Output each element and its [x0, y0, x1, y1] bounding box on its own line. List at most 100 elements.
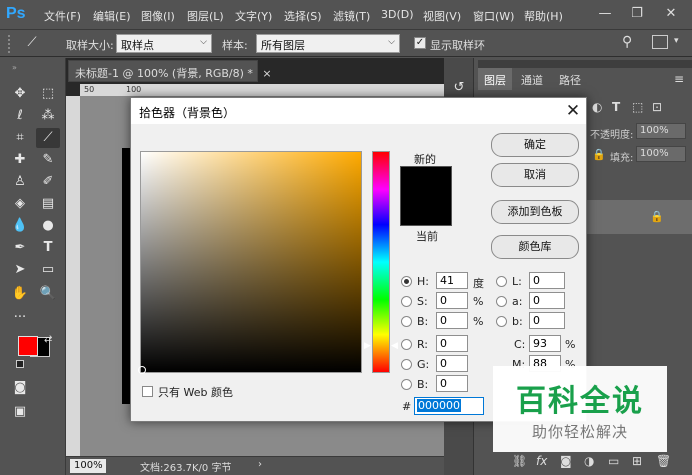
chevron-down-icon[interactable]: ▾ — [674, 36, 679, 46]
b-channel-input[interactable]: 0 — [529, 312, 565, 329]
web-colors-only-checkbox[interactable] — [142, 386, 153, 397]
brightness-radio[interactable] — [401, 316, 412, 327]
dialog-close-button[interactable]: ✕ — [561, 99, 585, 123]
red-radio[interactable] — [401, 339, 412, 350]
hue-slider[interactable] — [372, 151, 390, 373]
tab-close-icon[interactable]: × — [262, 67, 271, 80]
pen-tool-icon[interactable]: ✒ — [8, 238, 32, 258]
tab-channels[interactable]: 通道 — [515, 68, 549, 90]
mask-icon[interactable]: ◙ — [560, 454, 572, 468]
group-icon[interactable]: ▭ — [608, 454, 619, 468]
hue-radio[interactable] — [401, 276, 412, 287]
workspace-icon[interactable] — [652, 35, 668, 49]
panel-menu-icon[interactable]: ≡ — [674, 72, 684, 86]
b-channel-radio[interactable] — [496, 316, 507, 327]
blue-radio[interactable] — [401, 379, 412, 390]
menu-type[interactable]: 文字(Y) — [235, 8, 272, 24]
ok-button[interactable]: 确定 — [491, 133, 579, 157]
dodge-tool-icon[interactable]: ● — [36, 216, 60, 236]
brush-tool-icon[interactable]: ✎ — [36, 150, 60, 170]
history-brush-icon[interactable]: ✐ — [36, 172, 60, 192]
adjustment-icon[interactable]: ◑ — [584, 454, 594, 468]
grip-handle[interactable] — [8, 35, 18, 53]
menu-help[interactable]: 帮助(H) — [524, 8, 563, 24]
tab-paths[interactable]: 路径 — [553, 68, 587, 90]
blur-tool-icon[interactable]: 💧 — [8, 216, 32, 236]
magic-wand-icon[interactable]: ⁂ — [36, 106, 60, 126]
saturation-radio[interactable] — [401, 296, 412, 307]
fx-icon[interactable]: fx — [536, 454, 547, 468]
crop-tool-icon[interactable]: ⌗ — [8, 128, 32, 148]
brightness-input[interactable]: 0 — [436, 312, 468, 329]
menu-3d[interactable]: 3D(D) — [381, 8, 414, 21]
a-channel-input[interactable]: 0 — [529, 292, 565, 309]
history-panel-icon[interactable]: ↺ — [447, 78, 471, 98]
lock-icon[interactable]: 🔒 — [592, 148, 606, 161]
tab-layers[interactable]: 图层 — [478, 68, 512, 90]
filter-shape-icon[interactable]: ⬚ — [632, 100, 643, 114]
saturation-brightness-field[interactable] — [140, 151, 362, 373]
menu-view[interactable]: 视图(V) — [423, 8, 461, 24]
menu-edit[interactable]: 编辑(E) — [93, 8, 131, 24]
filter-pixel-icon[interactable]: ◐ — [592, 100, 602, 114]
green-input[interactable]: 0 — [436, 355, 468, 372]
delete-layer-icon[interactable]: 🗑 — [656, 454, 671, 468]
eraser-tool-icon[interactable]: ◈ — [8, 194, 32, 214]
hand-tool-icon[interactable]: ✋ — [8, 284, 32, 304]
color-libraries-button[interactable]: 颜色库 — [491, 235, 579, 259]
type-tool-icon[interactable]: T — [36, 238, 60, 258]
lightness-input[interactable]: 0 — [529, 272, 565, 289]
menu-window[interactable]: 窗口(W) — [473, 8, 514, 24]
zoom-level-field[interactable]: 100% — [70, 459, 106, 473]
menu-layer[interactable]: 图层(L) — [187, 8, 224, 24]
add-to-swatches-button[interactable]: 添加到色板 — [491, 200, 579, 224]
filter-type-icon[interactable]: T — [612, 100, 620, 114]
stamp-tool-icon[interactable]: ♙ — [8, 172, 32, 192]
lasso-tool-icon[interactable]: ℓ — [8, 106, 32, 126]
red-input[interactable]: 0 — [436, 335, 468, 352]
menu-image[interactable]: 图像(I) — [141, 8, 175, 24]
hex-input[interactable]: 000000 — [414, 397, 484, 415]
lightness-radio[interactable] — [496, 276, 507, 287]
hue-slider-left-arrow[interactable]: ▶ — [364, 341, 371, 351]
more-tools-icon[interactable]: ··· — [8, 308, 32, 328]
cancel-button[interactable]: 取消 — [491, 163, 579, 187]
menu-select[interactable]: 选择(S) — [284, 8, 322, 24]
saturation-input[interactable]: 0 — [436, 292, 468, 309]
screen-mode-icon[interactable]: ▣ — [8, 402, 32, 422]
menu-file[interactable]: 文件(F) — [44, 8, 81, 24]
eyedropper-preset-icon[interactable]: ⟋ — [20, 33, 44, 53]
opacity-field[interactable]: 100% — [636, 123, 686, 139]
quick-mask-icon[interactable]: ◙ — [8, 378, 32, 398]
default-colors-icon[interactable] — [16, 360, 24, 368]
blue-input[interactable]: 0 — [436, 375, 468, 392]
green-radio[interactable] — [401, 359, 412, 370]
eyedropper-tool-icon[interactable]: ⟋ — [36, 128, 60, 148]
marquee-tool-icon[interactable]: ⬚ — [36, 84, 60, 104]
fill-field[interactable]: 100% — [636, 146, 686, 162]
sample-select[interactable]: 所有图层 ⌵ — [256, 34, 400, 53]
current-color-swatch[interactable] — [400, 196, 452, 226]
search-icon[interactable]: ⚲ — [622, 34, 632, 50]
menu-filter[interactable]: 滤镜(T) — [333, 8, 370, 24]
show-ring-checkbox[interactable]: ✓ — [414, 37, 426, 49]
document-tab[interactable]: 未标题-1 @ 100% (背景, RGB/8) * × — [68, 60, 272, 82]
gradient-tool-icon[interactable]: ▤ — [36, 194, 60, 214]
sample-size-select[interactable]: 取样点 ⌵ — [116, 34, 212, 53]
cyan-input[interactable]: 93 — [529, 335, 561, 352]
healing-brush-icon[interactable]: ✚ — [8, 150, 32, 170]
filter-smart-icon[interactable]: ⊡ — [652, 100, 662, 114]
chevron-right-icon[interactable]: › — [258, 459, 262, 470]
swap-colors-icon[interactable]: ⇄ — [44, 334, 52, 345]
a-channel-radio[interactable] — [496, 296, 507, 307]
zoom-tool-icon[interactable]: 🔍 — [36, 284, 60, 304]
move-tool-icon[interactable]: ✥ — [8, 84, 32, 104]
minimize-button[interactable]: — — [592, 4, 618, 24]
collapse-icon[interactable]: » — [12, 63, 17, 72]
restore-button[interactable]: ❐ — [624, 4, 650, 24]
foreground-color-swatch[interactable] — [18, 336, 38, 356]
color-field-marker[interactable] — [138, 366, 146, 374]
link-layers-icon[interactable]: ⛓ — [512, 454, 527, 468]
new-layer-icon[interactable]: ⊞ — [632, 454, 642, 468]
window-close-button[interactable]: ✕ — [658, 4, 684, 24]
